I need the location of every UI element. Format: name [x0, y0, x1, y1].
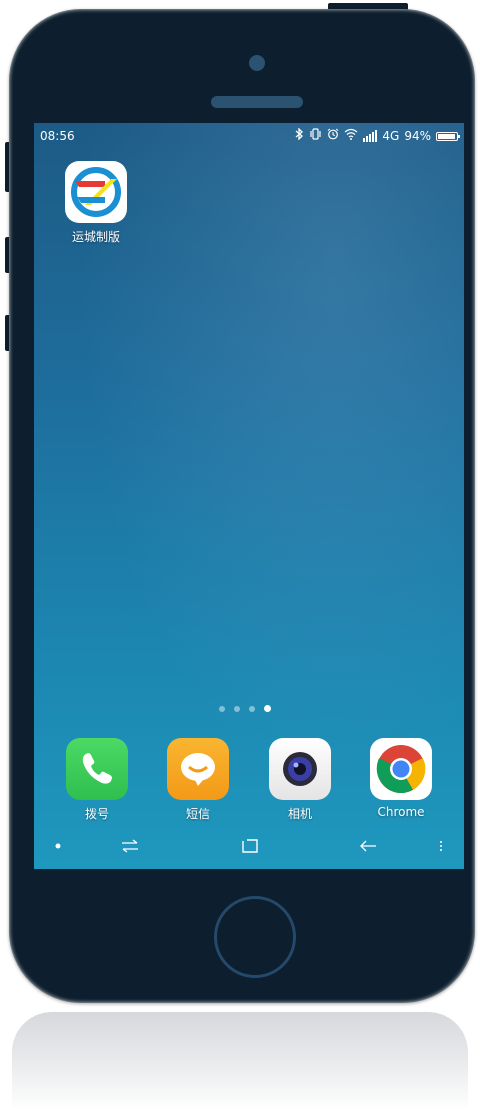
- mockup-stage: 08:56 4G 94% 运城制版 拨号 短信 相机 Chrome: [0, 0, 480, 1111]
- status-bar: 08:56 4G 94%: [34, 123, 464, 149]
- home-square-icon[interactable]: [238, 834, 262, 858]
- vibrate-icon: [309, 127, 322, 145]
- dock-app-camera[interactable]: 相机: [260, 738, 340, 822]
- battery-fill: [438, 133, 455, 139]
- alarm-icon: [327, 127, 339, 145]
- app-label: 拨号: [84, 807, 109, 821]
- page-dot-active[interactable]: [264, 705, 271, 712]
- camera-icon: [269, 738, 331, 800]
- signal-icon: [363, 130, 378, 142]
- page-dot[interactable]: [219, 705, 225, 712]
- menu-icon[interactable]: [434, 834, 448, 858]
- page-dot[interactable]: [249, 705, 255, 712]
- wifi-icon: [344, 127, 358, 145]
- home-button[interactable]: [214, 896, 296, 978]
- earpiece-speaker: [211, 96, 303, 108]
- phone-reflection: [12, 1012, 468, 1111]
- battery-percent: 94%: [404, 129, 431, 143]
- yuncheng-zhiban-app-icon: [65, 161, 127, 223]
- back-icon[interactable]: [356, 834, 380, 858]
- app-label: 运城制版: [71, 230, 120, 244]
- page-indicator: [219, 705, 271, 712]
- page-dot[interactable]: [234, 705, 240, 712]
- app-yuncheng-zhiban[interactable]: 运城制版: [56, 161, 136, 245]
- app-label: 短信: [185, 807, 210, 821]
- chrome-icon: [370, 738, 432, 800]
- phone-screen: 08:56 4G 94% 运城制版 拨号 短信 相机 Chrome: [34, 123, 464, 869]
- dock-app-messages[interactable]: 短信: [158, 738, 238, 822]
- network-type: 4G: [382, 129, 400, 143]
- navigation-bar: [34, 823, 464, 869]
- app-label: Chrome: [377, 805, 425, 819]
- front-camera: [249, 55, 265, 71]
- dock-app-phone[interactable]: 拨号: [57, 738, 137, 822]
- app-label: 相机: [287, 807, 312, 821]
- status-time: 08:56: [40, 129, 75, 143]
- dot-icon[interactable]: [52, 834, 64, 858]
- dock-app-chrome[interactable]: Chrome: [361, 738, 441, 819]
- message-icon: [167, 738, 229, 800]
- battery-icon: [436, 131, 460, 141]
- switch-icon[interactable]: [118, 834, 142, 858]
- phone-icon: [66, 738, 128, 800]
- status-icons: 4G 94%: [295, 127, 460, 145]
- bluetooth-icon: [295, 127, 304, 145]
